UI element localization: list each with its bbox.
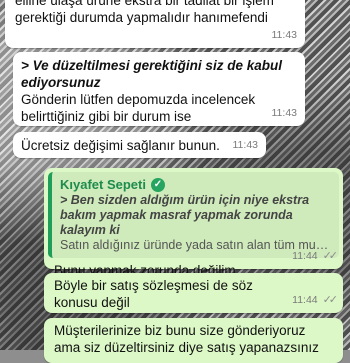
incoming-message[interactable]: Ücretsiz değişimi sağlanır bunun. 11:43	[13, 132, 266, 158]
outgoing-reply-message[interactable]: Kıyafet Sepeti ✓ > Ben sizden aldığım ür…	[44, 168, 343, 278]
reply-header: Kıyafet Sepeti ✓	[60, 176, 331, 193]
message-text: Böyle bir satış sözleşmesi de söz konusu…	[54, 278, 253, 310]
double-check-icon: ✓✓	[322, 294, 339, 306]
reply-quoted-line: > Ben sizden aldığım ürün için niye ekst…	[60, 193, 310, 237]
outgoing-message[interactable]: Müşterilerinize biz bunu size gönderiyor…	[44, 318, 343, 363]
message-time-group: 11:44 ✓✓	[292, 292, 339, 309]
message-time: 11:44	[292, 294, 318, 306]
reply-quoted-sub: Satın aldığınız üründe yada satın alan t…	[60, 238, 331, 252]
message-text: Müşterilerinize biz bunu size gönderiyor…	[54, 323, 319, 355]
message-time: 11:43	[271, 29, 298, 41]
message-text: elline ulaşa ürüne ekstra bir tadilat bi…	[15, 0, 274, 25]
message-time: 11:43	[271, 107, 298, 119]
message-time-group: 11:44 ✓✓	[292, 248, 339, 265]
incoming-message[interactable]: > Ve düzeltilmesi gerektiğini siz de kab…	[13, 52, 305, 126]
verified-check-icon: ✓	[150, 177, 165, 192]
message-time: 11:43	[232, 139, 259, 151]
message-text: Gönderin lütfen depomuzda incelencek bel…	[21, 92, 256, 124]
message-text: Ücretsiz değişimi sağlanır bunun.	[21, 138, 220, 153]
reply-sender: Kıyafet Sepeti	[60, 177, 146, 192]
outgoing-message[interactable]: Böyle bir satış sözleşmesi de söz konusu…	[44, 273, 343, 313]
message-time: 11:44	[292, 250, 318, 262]
double-check-icon: ✓✓	[322, 250, 339, 262]
message-quote-text: > Ve düzeltilmesi gerektiğini siz de kab…	[21, 58, 282, 90]
incoming-message[interactable]: elline ulaşa ürüne ekstra bir tadilat bi…	[5, 0, 305, 48]
quoted-reply[interactable]: Kıyafet Sepeti ✓ > Ben sizden aldığım ür…	[48, 172, 339, 258]
